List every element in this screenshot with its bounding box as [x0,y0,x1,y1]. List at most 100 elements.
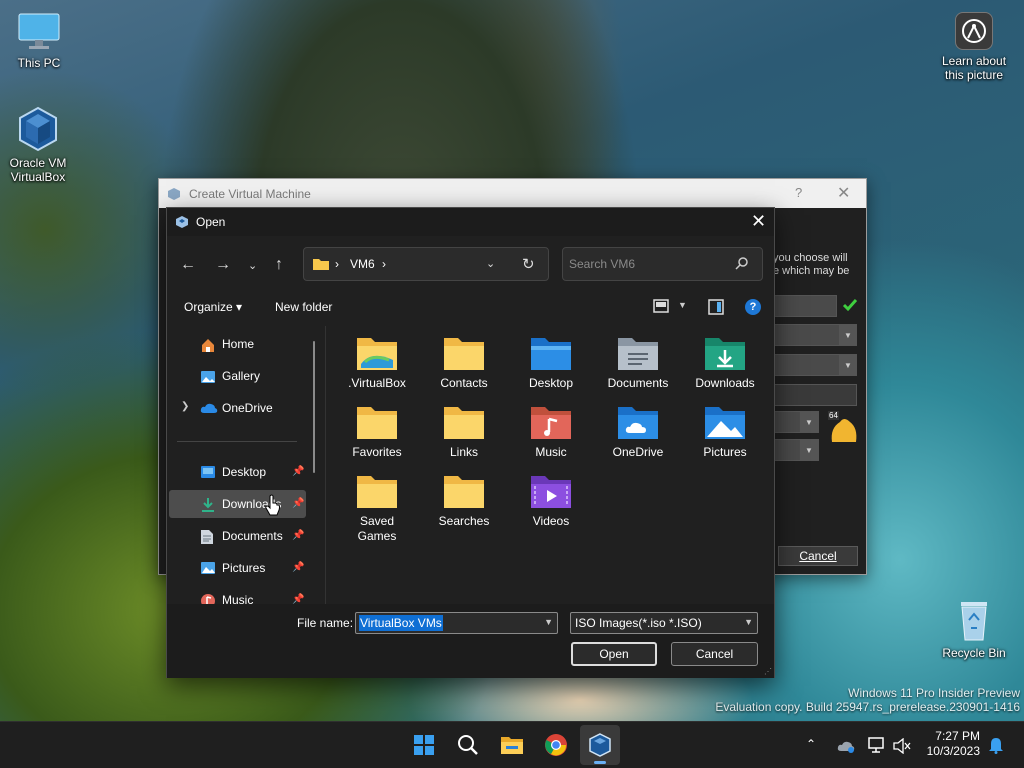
preview-pane-icon[interactable] [708,299,724,315]
desktop-icon-label: Oracle VM VirtualBox [9,156,67,184]
virtualbox-icon [589,733,611,757]
view-options-icon[interactable] [653,299,669,313]
file-item[interactable]: Music [507,395,595,460]
expand-chevron-icon[interactable]: ❯ [181,401,189,412]
clock-date: 10/3/2023 [926,744,980,758]
search-input[interactable] [569,255,729,273]
file-name: Pictures [703,445,747,459]
breadcrumb-item-vm6[interactable]: VM6 [350,257,375,271]
nav-item-desktop[interactable]: Desktop 📌 [169,458,306,486]
help-icon[interactable]: ? [745,299,761,315]
back-arrow-icon[interactable]: ← [180,256,196,274]
hand-cursor-icon [265,494,280,516]
open-dialog-title: Open [196,215,226,229]
new-folder-button[interactable]: New folder [275,300,332,314]
cancel-button[interactable]: Cancel [778,546,858,566]
file-item[interactable]: Documents [594,326,682,391]
taskbar-file-explorer[interactable] [492,722,532,768]
chrome-icon [545,734,567,756]
organize-menu[interactable]: Organize ▾ [184,300,242,314]
notification-bell-icon[interactable] [988,736,1004,754]
file-name-input[interactable]: VirtualBox VMs ▼ [355,612,558,634]
nav-item-label: Documents [222,529,283,543]
nav-item-label: Home [222,337,255,351]
file-name: Downloads [695,376,755,390]
desktop-icon-virtualbox[interactable]: Oracle VM VirtualBox [0,106,78,184]
nav-item-documents[interactable]: Documents 📌 [169,522,306,550]
pane-splitter[interactable] [325,326,326,604]
taskbar-chrome[interactable] [536,722,576,768]
file-item[interactable]: Pictures [681,395,769,460]
file-item[interactable]: OneDrive [594,395,682,460]
chevron-down-icon[interactable]: ▼ [839,324,857,346]
nav-scrollbar[interactable] [313,341,315,473]
show-hidden-icons-chevron-icon[interactable]: ⌃ [806,737,816,751]
help-button[interactable]: ? [795,185,802,200]
file-item[interactable]: Contacts [420,326,508,391]
file-name: OneDrive [612,445,664,459]
windows-watermark: Windows 11 Pro Insider Preview Evaluatio… [715,686,1020,714]
chevron-down-icon[interactable]: ▼ [744,617,753,627]
chevron-down-icon[interactable]: ▼ [678,300,687,310]
chevron-down-icon[interactable]: ⌄ [486,257,495,270]
desktop-icon-recycle-bin[interactable]: Recycle Bin [934,598,1014,660]
create-vm-titlebar[interactable]: Create Virtual Machine ? ✕ [159,179,866,208]
open-file-dialog: Open ✕ ← → ⌄ ↑ › VM6 › ⌄ ↻ Organize ▾ Ne… [166,207,775,678]
chevron-down-icon[interactable]: ▼ [544,617,553,627]
desktop-icon-learn-about-picture[interactable]: Learn about this picture [934,12,1014,82]
file-item[interactable]: Searches [420,464,508,529]
nav-item-music[interactable]: Music 📌 [169,586,306,604]
cancel-button[interactable]: Cancel [671,642,758,666]
resize-grip-icon[interactable]: ⋰ [764,667,772,676]
pin-icon: 📌 [292,562,305,573]
onedrive-tray-icon[interactable] [837,739,855,753]
close-button[interactable]: ✕ [751,211,766,232]
chevron-down-icon[interactable]: ▼ [839,354,857,376]
refresh-icon[interactable]: ↻ [522,255,535,273]
file-item[interactable]: Links [420,395,508,460]
nav-item-label: OneDrive [222,401,273,415]
taskbar-start-button[interactable] [404,722,444,768]
taskbar-virtualbox[interactable] [580,725,620,765]
search-icon[interactable] [735,256,749,270]
nav-item-onedrive[interactable]: ❯ OneDrive [169,394,306,422]
nav-item-pictures[interactable]: Pictures 📌 [169,554,306,582]
edition-combo[interactable] [767,384,857,406]
forward-arrow-icon[interactable]: → [215,256,231,274]
nav-item-downloads[interactable]: Downloads 📌 [169,490,306,518]
file-item[interactable]: Saved Games [333,464,421,544]
nav-divider [177,441,297,442]
watermark-line-1: Windows 11 Pro Insider Preview [848,686,1020,700]
file-item[interactable]: Downloads [681,326,769,391]
volume-muted-icon[interactable] [893,738,911,754]
desktop-icon-this-pc[interactable]: This PC [0,12,79,70]
file-item[interactable]: .VirtualBox [333,326,421,391]
address-bar[interactable]: › VM6 › ⌄ ↻ [303,247,549,281]
file-name: Videos [532,514,570,528]
open-dialog-titlebar[interactable]: Open ✕ [167,208,774,236]
open-button[interactable]: Open [571,642,657,666]
file-name: .VirtualBox [348,376,406,390]
taskbar-clock[interactable]: 7:27 PM 10/3/2023 [920,729,980,759]
nav-item-home[interactable]: Home [169,330,306,358]
file-name-label: File name: [297,616,354,630]
file-name: Favorites [352,445,402,459]
network-icon[interactable] [868,737,886,753]
close-button[interactable]: ✕ [837,183,850,203]
file-item[interactable]: Favorites [333,395,421,460]
chevron-down-icon[interactable]: ▼ [800,411,818,433]
file-item[interactable]: Desktop [507,326,595,391]
file-type-select[interactable]: ISO Images(*.iso *.ISO) ▼ [570,612,758,634]
breadcrumb-separator[interactable]: › [382,257,386,271]
file-item[interactable]: Videos [507,464,595,529]
search-box[interactable] [562,247,763,281]
breadcrumb-separator: › [335,257,339,271]
taskbar-search-button[interactable] [448,722,488,768]
nav-item-gallery[interactable]: Gallery [169,362,306,390]
chevron-down-icon[interactable]: ▼ [800,439,818,461]
name-field[interactable] [767,295,837,317]
recent-locations-chevron-icon[interactable]: ⌄ [248,259,257,272]
up-arrow-icon[interactable]: ↑ [275,256,283,274]
folder-icon [444,476,484,508]
file-name-value[interactable]: VirtualBox VMs [359,615,443,631]
